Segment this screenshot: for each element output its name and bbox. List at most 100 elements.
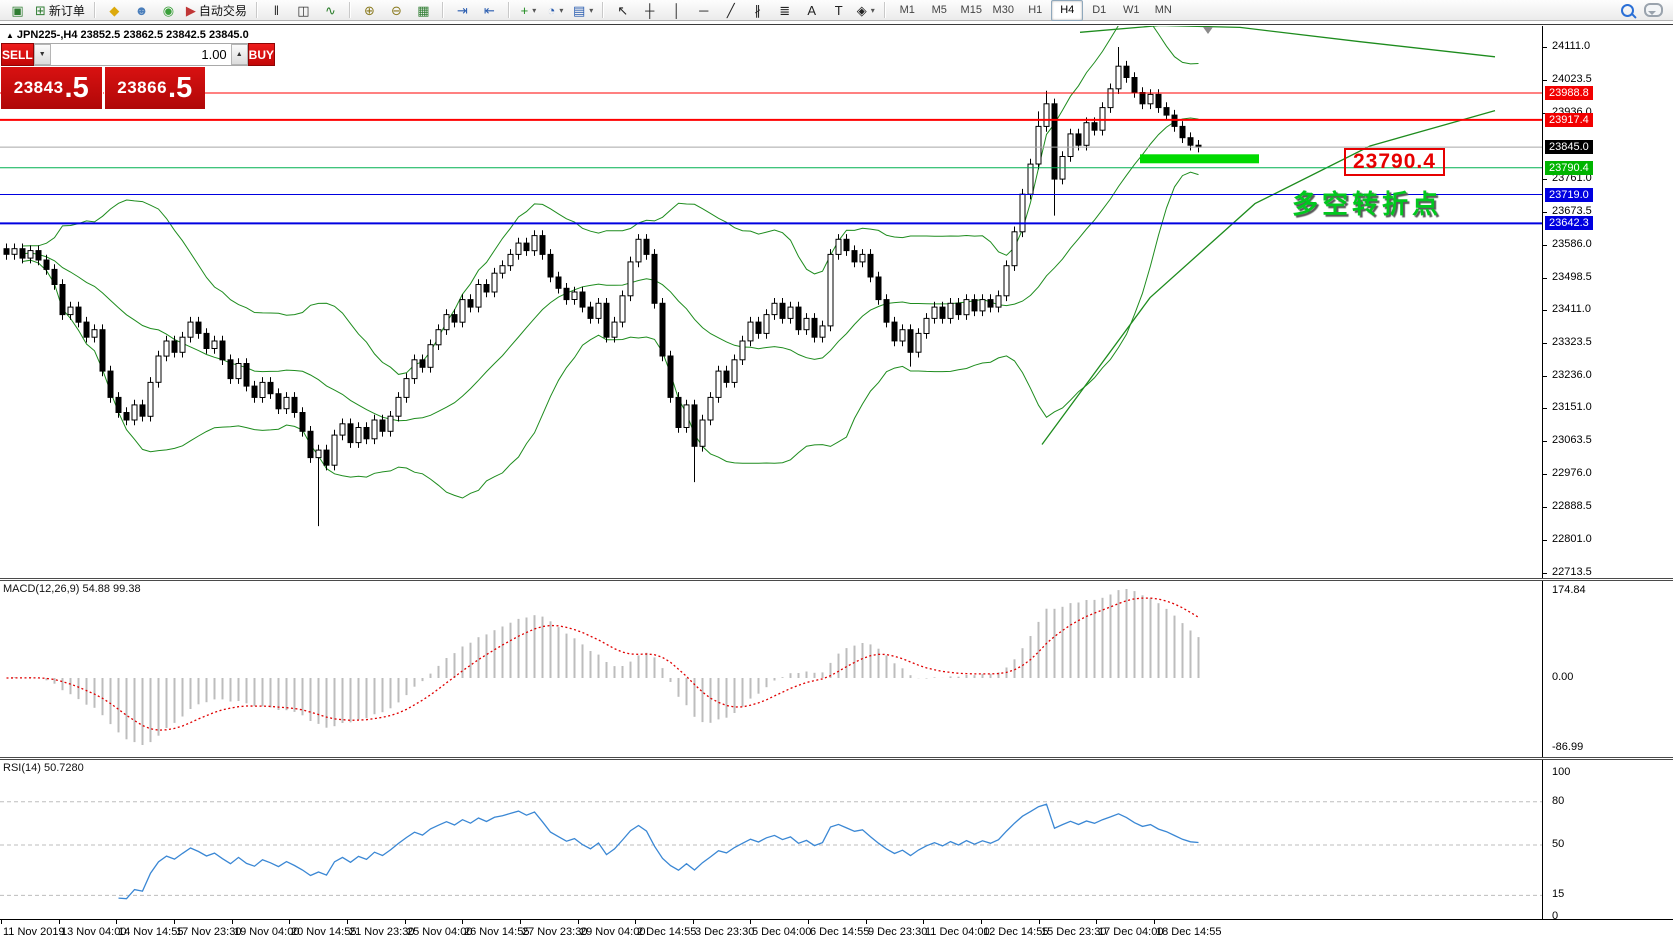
green-highlight-bar[interactable] — [1140, 154, 1259, 163]
auto-scroll-button[interactable]: ⇥ — [449, 0, 476, 21]
fibonacci-tool-button[interactable]: ≣ — [771, 0, 798, 21]
price-tick — [1543, 212, 1547, 213]
rsi-axis-label: 15 — [1552, 888, 1564, 900]
time-axis-label: 12 Dec 14:55 — [983, 926, 1048, 938]
rsi-axis[interactable]: 1008050150 — [1543, 760, 1672, 919]
cursor-tool-button[interactable]: ↖ — [609, 0, 636, 21]
chart-shift-button[interactable]: ⇤ — [476, 0, 503, 21]
macd-plot[interactable]: MACD(12,26,9) 54.88 99.38 — [0, 581, 1543, 757]
rsi-plot[interactable]: RSI(14) 50.7280 — [0, 760, 1543, 919]
equidistant-channel-tool-button[interactable]: ∦ — [744, 0, 771, 21]
sell-button[interactable]: SELL — [1, 43, 34, 66]
timeframe-d1[interactable]: D1 — [1083, 0, 1115, 21]
tile-windows-button[interactable]: ▦ — [410, 0, 437, 21]
auto-trading-button[interactable]: ▶自动交易 — [182, 0, 251, 21]
time-axis-label: 29 Nov 04:00 — [580, 926, 645, 938]
rsi-canvas[interactable] — [0, 760, 1543, 919]
time-axis-label: 27 Nov 23:30 — [522, 926, 587, 938]
main-chart-canvas[interactable] — [0, 26, 1543, 578]
channel-upper-line[interactable] — [1080, 26, 1495, 57]
price-axis-label: 22801.0 — [1552, 533, 1592, 545]
toolbar-separator — [349, 2, 351, 18]
new-chart-button[interactable]: ▣ — [4, 0, 31, 21]
price-tick — [1543, 47, 1547, 48]
candlestick-mode-button[interactable]: ◫ — [290, 0, 317, 21]
price-tick — [1543, 441, 1547, 442]
templates-menu-button[interactable]: ▤▾ — [569, 0, 597, 21]
toolbar-group: ↖┼│ ─ ╱∦≣ A T ◈▾ — [607, 0, 881, 20]
buy-button[interactable]: BUY — [248, 43, 275, 66]
toolbar-separator — [442, 2, 444, 18]
indicators-menu-button[interactable]: +▾ — [515, 0, 542, 21]
text-tool-button[interactable]: A — [798, 0, 825, 21]
vertical-line-tool-button[interactable]: │ — [663, 0, 690, 21]
price-axis[interactable]: 24111.024023.523936.023761.023673.523586… — [1543, 26, 1672, 578]
horizontal-line-tool-icon: ─ — [699, 4, 708, 17]
profile-button[interactable]: ☻ — [128, 0, 155, 21]
timeframe-h4[interactable]: H4 — [1051, 0, 1083, 21]
zoom-out-icon: ⊖ — [391, 4, 402, 17]
volume-up-button[interactable]: ▲ — [231, 44, 248, 65]
line-chart-mode-button[interactable]: ∿ — [317, 0, 344, 21]
time-axis-label: 17 Dec 04:00 — [1098, 926, 1163, 938]
rsi-axis-label: 80 — [1552, 795, 1564, 807]
horizontal-line-tool-button[interactable]: ─ — [690, 0, 717, 21]
search-icon[interactable] — [1621, 4, 1634, 17]
price-tick — [1543, 343, 1547, 344]
timeframe-h1[interactable]: H1 — [1019, 0, 1051, 21]
timeframe-m1[interactable]: M1 — [891, 0, 923, 21]
arrow-tools-button[interactable]: ◈▾ — [852, 0, 879, 21]
arrow-tools-icon: ◈ — [857, 4, 867, 17]
crosshair-tool-button[interactable]: ┼ — [636, 0, 663, 21]
macd-axis[interactable]: 174.840.00-86.99 — [1543, 581, 1672, 757]
trendline-tool-button[interactable]: ╱ — [717, 0, 744, 21]
timeframe-mn[interactable]: MN — [1147, 0, 1179, 21]
price-axis-label: 23586.0 — [1552, 238, 1592, 250]
sell-price-main: 23843 — [14, 78, 64, 98]
price-axis-label: 24023.5 — [1552, 73, 1592, 85]
text-label-tool-button[interactable]: T — [825, 0, 852, 21]
chart-shift-marker[interactable] — [1203, 27, 1213, 34]
sell-price[interactable]: 23843 .5 — [1, 67, 103, 109]
price-axis-label: 24111.0 — [1552, 40, 1590, 52]
main-plot[interactable]: ▲ JPN225-,H4 23852.5 23862.5 23842.5 2384… — [0, 26, 1543, 578]
periods-menu-icon: ◔ — [548, 4, 556, 17]
toolbar-group: ⇥⇤ — [447, 0, 505, 20]
time-tick — [232, 920, 233, 924]
time-axis[interactable]: 11 Nov 201913 Nov 04:0014 Nov 14:5517 No… — [0, 919, 1673, 946]
new-order-button[interactable]: ⊞新订单 — [31, 0, 89, 21]
macd-canvas[interactable] — [0, 581, 1543, 757]
price-tick — [1543, 507, 1547, 508]
time-axis-label: 15 Dec 23:30 — [1041, 926, 1106, 938]
time-axis-label: 25 Nov 04:00 — [407, 926, 472, 938]
volume-down-button[interactable]: ▼ — [34, 44, 51, 65]
buy-price-main: 23866 — [117, 78, 167, 98]
time-axis-label: 20 Nov 14:55 — [291, 926, 356, 938]
time-tick — [116, 920, 117, 924]
bar-chart-mode-button[interactable]: ‖ — [263, 0, 290, 21]
text-label-tool-icon: T — [835, 4, 843, 17]
timeframe-w1[interactable]: W1 — [1115, 0, 1147, 21]
zoom-in-button[interactable]: ⊕ — [356, 0, 383, 21]
signals-button[interactable]: ◉ — [155, 0, 182, 21]
zoom-out-button[interactable]: ⊖ — [383, 0, 410, 21]
chart-title-text: JPN225-,H4 23852.5 23862.5 23842.5 23845… — [17, 29, 249, 41]
zoom-in-icon: ⊕ — [364, 4, 375, 17]
buy-price[interactable]: 23866 .5 — [104, 67, 206, 109]
time-axis-label: 6 Dec 14:55 — [810, 926, 869, 938]
price-badge-23988.8: 23988.8 — [1545, 86, 1593, 100]
timeframe-m30[interactable]: M30 — [987, 0, 1019, 21]
highlighter-button[interactable]: ◆ — [101, 0, 128, 21]
timeframe-m15[interactable]: M15 — [955, 0, 987, 21]
turning-point-note[interactable]: 多空转折点 — [1292, 184, 1442, 221]
timeframe-m5[interactable]: M5 — [923, 0, 955, 21]
toolbar-groups: ▣⊞新订单 ◆☻◉▶自动交易 ‖◫∿ ⊕ ⊖ ▦ ⇥⇤ +▾◔▾▤▾ ↖┼│ ─ ╱∦≣ A T ◈▾ M1… — [2, 0, 1181, 20]
text-tool-icon: A — [807, 4, 816, 17]
periods-menu-button[interactable]: ◔▾ — [542, 0, 569, 21]
price-badge-23719.0: 23719.0 — [1545, 188, 1593, 202]
volume-input[interactable] — [51, 44, 231, 65]
price-callout-box[interactable]: 23790.4 — [1344, 148, 1445, 176]
chat-icon[interactable] — [1644, 3, 1663, 17]
time-tick — [1154, 920, 1155, 924]
price-badge-23845.0: 23845.0 — [1545, 140, 1593, 154]
